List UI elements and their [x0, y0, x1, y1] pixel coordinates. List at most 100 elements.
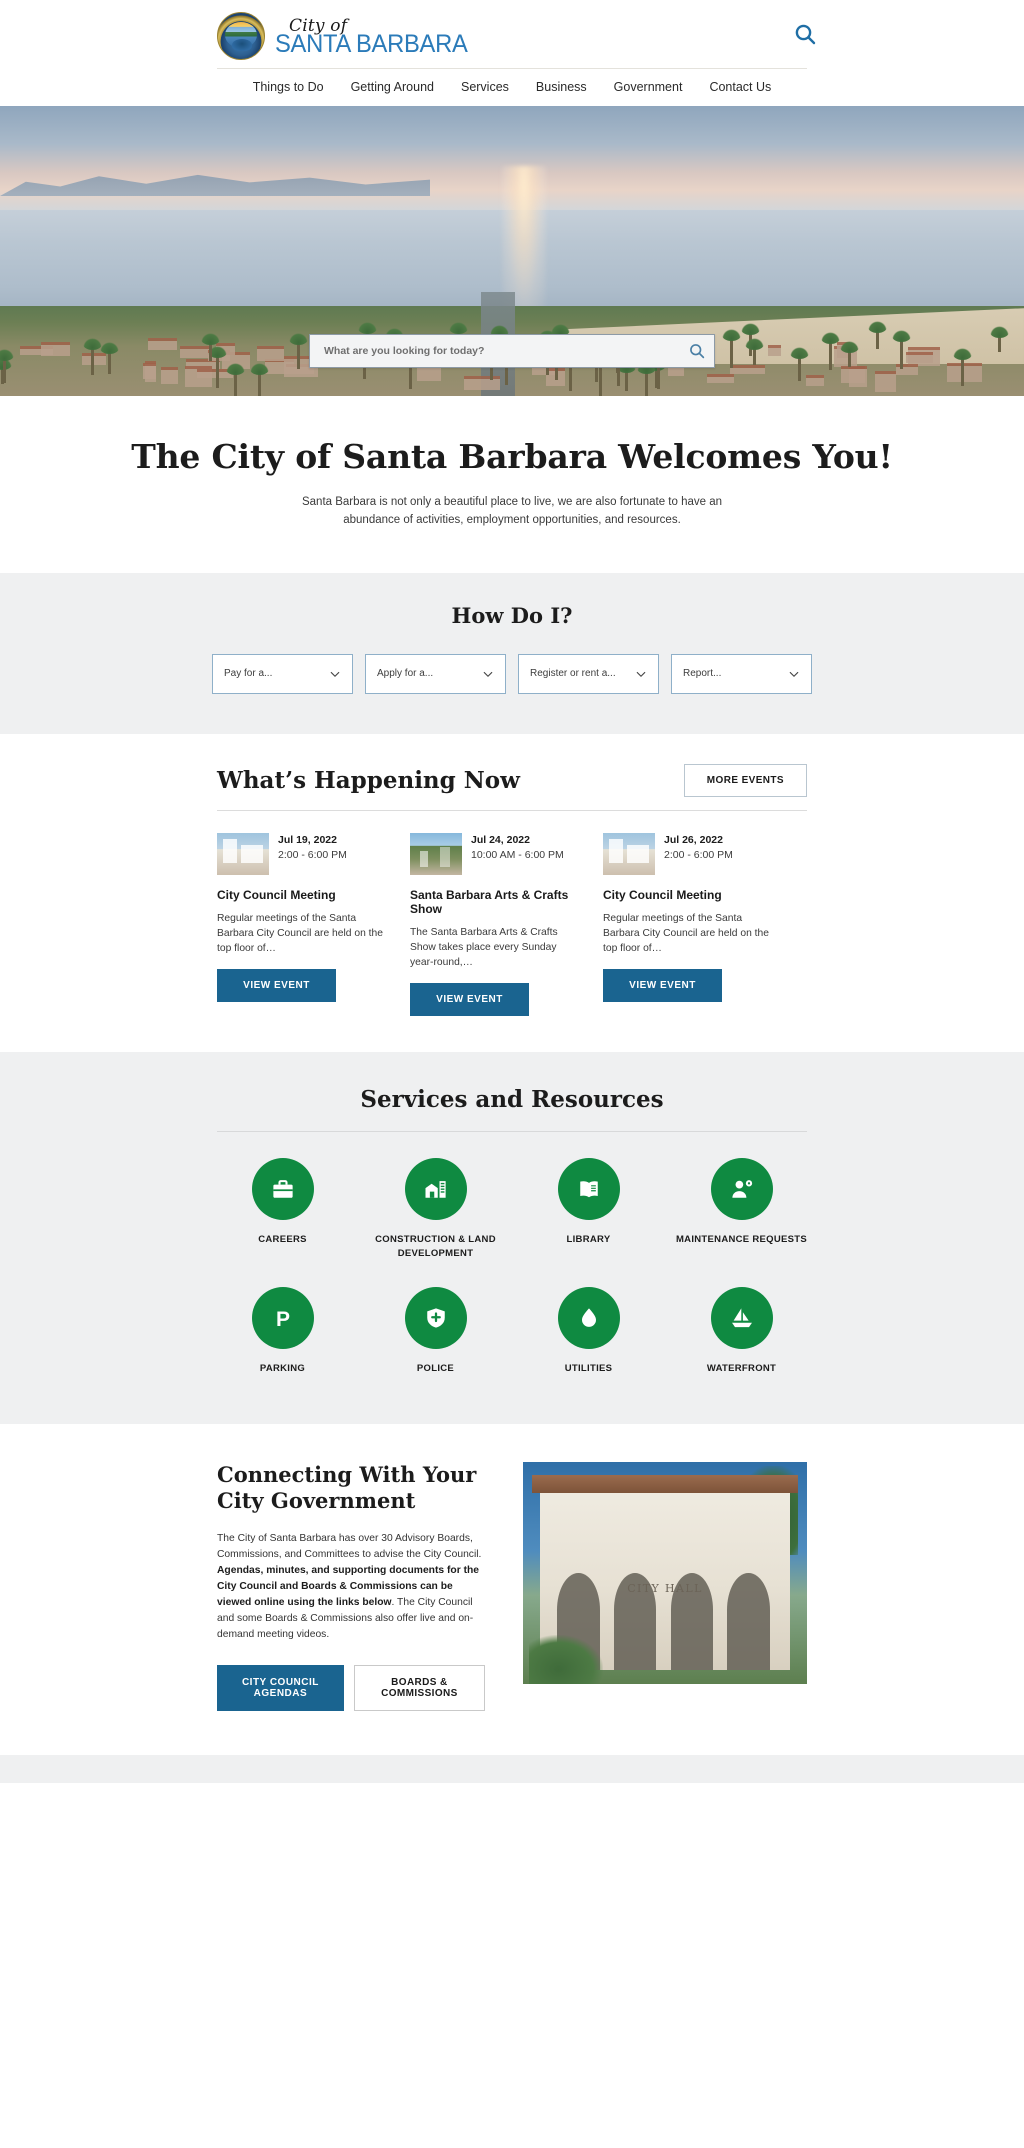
hero-search-input[interactable]: [324, 345, 688, 357]
service-item-construction-land-development[interactable]: CONSTRUCTION & LAND DEVELOPMENT: [359, 1158, 512, 1261]
svg-text:P: P: [275, 1308, 289, 1331]
event-card: Jul 26, 2022 2:00 - 6:00 PM City Council…: [603, 833, 775, 1017]
more-events-button[interactable]: MORE EVENTS: [684, 764, 807, 797]
services-divider: [217, 1131, 807, 1132]
dropdown-pay-for-a-label: Pay for a...: [224, 668, 329, 679]
connecting-body-part1: The City of Santa Barbara has over 30 Ad…: [217, 1533, 481, 1560]
nav-item-services[interactable]: Services: [461, 80, 509, 94]
service-item-waterfront[interactable]: WATERFRONT: [665, 1287, 818, 1376]
event-thumbnail: [603, 833, 655, 875]
service-label: WATERFRONT: [665, 1362, 818, 1376]
service-label: PARKING: [206, 1362, 359, 1376]
view-event-button[interactable]: VIEW EVENT: [410, 983, 529, 1016]
site-header: City of SANTA BARBARA Things to Do Getti…: [0, 0, 1024, 106]
dropdown-apply-for-a-label: Apply for a...: [377, 668, 482, 679]
service-label: POLICE: [359, 1362, 512, 1376]
dropdown-register-or-rent-a[interactable]: Register or rent a...: [518, 654, 659, 694]
event-date: Jul 24, 2022: [471, 833, 564, 848]
event-thumbnail: [410, 833, 462, 875]
connecting-body: The City of Santa Barbara has over 30 Ad…: [217, 1531, 485, 1643]
briefcase-icon: [252, 1158, 314, 1220]
service-item-maintenance-requests[interactable]: MAINTENANCE REQUESTS: [665, 1158, 818, 1261]
event-description: Regular meetings of the Santa Barbara Ci…: [603, 911, 775, 957]
hero-search-icon[interactable]: [688, 342, 706, 360]
services-resources-section: Services and Resources CAREERS CONSTRUCT…: [0, 1052, 1024, 1423]
city-hall-shrub: [529, 1635, 603, 1684]
welcome-body: Santa Barbara is not only a beautiful pl…: [297, 494, 727, 529]
water-drop-icon: [558, 1287, 620, 1349]
how-do-i-heading: How Do I?: [0, 603, 1024, 628]
site-logo[interactable]: City of SANTA BARBARA: [217, 12, 478, 60]
services-grid: CAREERS CONSTRUCTION & LAND DEVELOPMENT …: [206, 1158, 818, 1375]
event-thumbnail: [217, 833, 269, 875]
nav-item-government[interactable]: Government: [614, 80, 683, 94]
event-card: Jul 19, 2022 2:00 - 6:00 PM City Council…: [217, 833, 389, 1017]
city-hall-roof: [532, 1475, 799, 1493]
event-time: 2:00 - 6:00 PM: [664, 848, 733, 863]
hero-banner: [0, 106, 1024, 396]
chevron-down-icon: [635, 668, 647, 680]
sailboat-icon: [711, 1287, 773, 1349]
service-item-utilities[interactable]: UTILITIES: [512, 1287, 665, 1376]
connecting-buttons: CITY COUNCIL AGENDAS BOARDS & COMMISSION…: [217, 1665, 485, 1711]
city-council-agendas-button[interactable]: CITY COUNCIL AGENDAS: [217, 1665, 344, 1711]
service-label: CONSTRUCTION & LAND DEVELOPMENT: [359, 1233, 512, 1261]
service-item-police[interactable]: POLICE: [359, 1287, 512, 1376]
event-description: The Santa Barbara Arts & Crafts Show tak…: [410, 925, 582, 971]
service-item-careers[interactable]: CAREERS: [206, 1158, 359, 1261]
event-time: 10:00 AM - 6:00 PM: [471, 848, 564, 863]
main-navigation: Things to Do Getting Around Services Bus…: [217, 69, 807, 106]
open-book-icon: [558, 1158, 620, 1220]
footer-strip: [0, 1755, 1024, 1783]
service-item-library[interactable]: LIBRARY: [512, 1158, 665, 1261]
city-hall-arch: [727, 1573, 770, 1671]
service-label: CAREERS: [206, 1233, 359, 1247]
dropdown-register-or-rent-a-label: Register or rent a...: [530, 668, 635, 679]
city-seal-icon: [217, 12, 265, 60]
view-event-button[interactable]: VIEW EVENT: [603, 969, 722, 1002]
service-label: MAINTENANCE REQUESTS: [665, 1233, 818, 1247]
event-card: Jul 24, 2022 10:00 AM - 6:00 PM Santa Ba…: [410, 833, 582, 1017]
whats-happening-section: What’s Happening Now MORE EVENTS Jul 19,…: [0, 734, 1024, 1053]
chevron-down-icon: [329, 668, 341, 680]
events-list: Jul 19, 2022 2:00 - 6:00 PM City Council…: [217, 833, 807, 1017]
boards-commissions-button[interactable]: BOARDS & COMMISSIONS: [354, 1665, 485, 1711]
event-description: Regular meetings of the Santa Barbara Ci…: [217, 911, 389, 957]
nav-item-things-to-do[interactable]: Things to Do: [253, 80, 324, 94]
homepage: City of SANTA BARBARA Things to Do Getti…: [0, 0, 1024, 1783]
event-title[interactable]: City Council Meeting: [217, 888, 389, 902]
connecting-section: Connecting With Your City Government The…: [0, 1424, 1024, 1756]
event-date: Jul 26, 2022: [664, 833, 733, 848]
nav-item-contact-us[interactable]: Contact Us: [709, 80, 771, 94]
police-shield-icon: [405, 1287, 467, 1349]
city-hall-sign: CITY HALL: [627, 1582, 703, 1595]
how-do-i-dropdowns: Pay for a... Apply for a... Register or …: [212, 654, 812, 694]
chevron-down-icon: [482, 668, 494, 680]
header-search-button[interactable]: [793, 22, 817, 46]
wordmark: City of SANTA BARBARA: [275, 16, 478, 57]
event-title[interactable]: City Council Meeting: [603, 888, 775, 902]
person-gear-icon: [711, 1158, 773, 1220]
city-hall-image: CITY HALL: [523, 1462, 807, 1684]
parking-p-icon: P: [252, 1287, 314, 1349]
service-label: LIBRARY: [512, 1233, 665, 1247]
dropdown-report[interactable]: Report...: [671, 654, 812, 694]
dropdown-apply-for-a[interactable]: Apply for a...: [365, 654, 506, 694]
dropdown-report-label: Report...: [683, 668, 788, 679]
view-event-button[interactable]: VIEW EVENT: [217, 969, 336, 1002]
how-do-i-section: How Do I? Pay for a... Apply for a... Re…: [0, 573, 1024, 734]
event-time: 2:00 - 6:00 PM: [278, 848, 347, 863]
nav-item-business[interactable]: Business: [536, 80, 587, 94]
wordmark-city: SANTA BARBARA: [275, 32, 468, 57]
chevron-down-icon: [788, 668, 800, 680]
welcome-section: The City of Santa Barbara Welcomes You! …: [0, 396, 1024, 573]
nav-item-getting-around[interactable]: Getting Around: [351, 80, 434, 94]
service-item-parking[interactable]: P PARKING: [206, 1287, 359, 1376]
building-crane-icon: [405, 1158, 467, 1220]
dropdown-pay-for-a[interactable]: Pay for a...: [212, 654, 353, 694]
whats-happening-heading: What’s Happening Now: [217, 767, 520, 794]
connecting-heading: Connecting With Your City Government: [217, 1462, 485, 1514]
service-label: UTILITIES: [512, 1362, 665, 1376]
event-title[interactable]: Santa Barbara Arts & Crafts Show: [410, 888, 582, 916]
hero-search: [309, 334, 715, 368]
